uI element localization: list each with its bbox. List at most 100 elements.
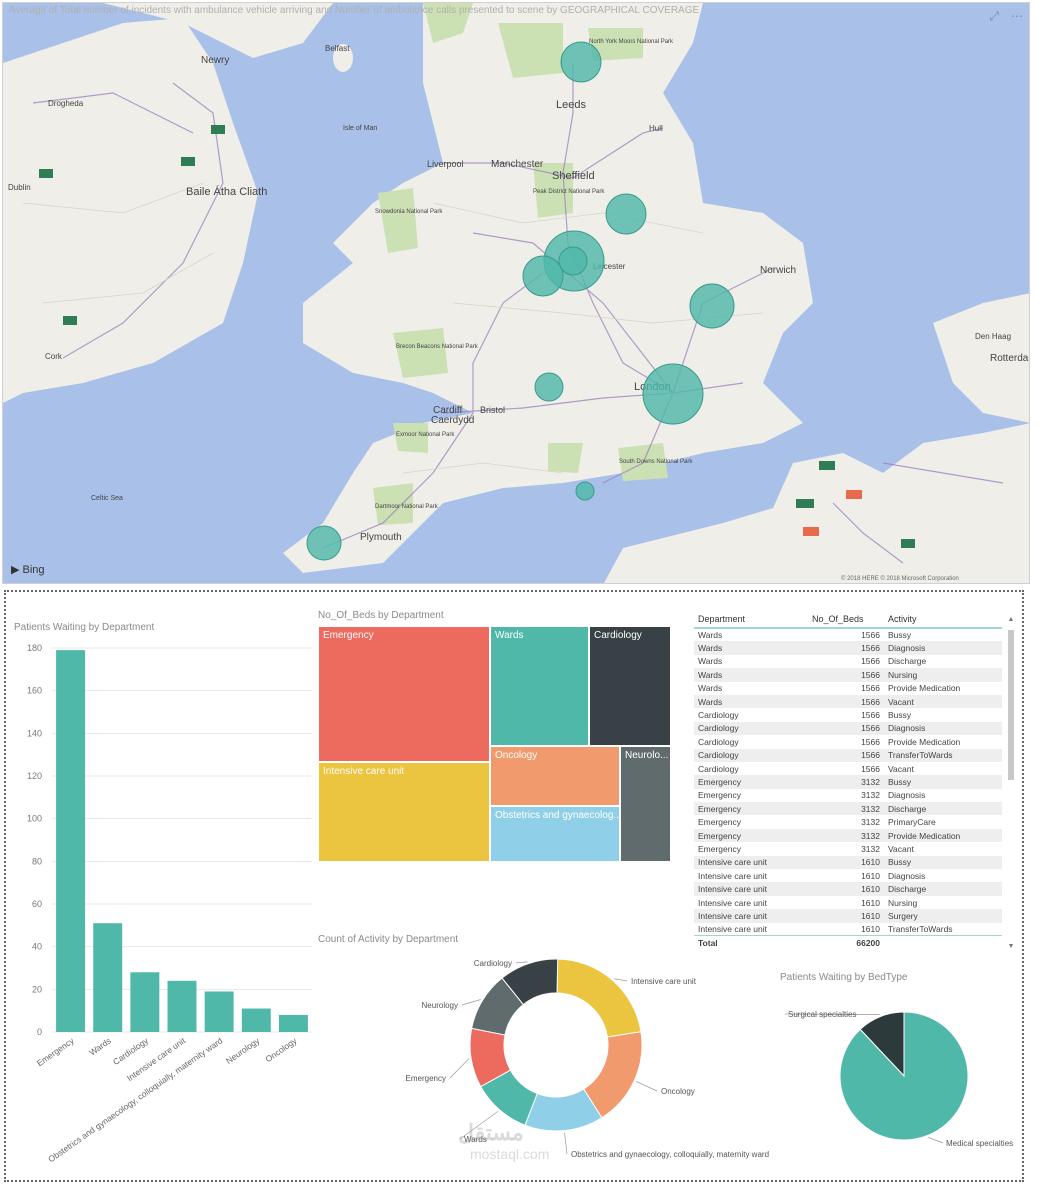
table-row[interactable]: Wards 1566 Vacant <box>694 694 1002 709</box>
treemap-beds[interactable]: No_Of_Beds by Department Emergency Wards… <box>316 610 676 870</box>
table-cell-department: Intensive care unit <box>694 855 808 870</box>
table-row[interactable]: Cardiology 1566 Vacant <box>694 762 1002 775</box>
table-cell-beds: 1566 <box>861 710 880 721</box>
scroll-thumb[interactable] <box>1008 630 1014 780</box>
table-cell-beds: 3132 <box>861 817 880 828</box>
table-cell-activity: Diagnosis <box>884 721 1002 736</box>
bar-4[interactable] <box>204 991 234 1032</box>
bar-ytick-label: 140 <box>27 728 42 738</box>
bar-chart-title: Patients Waiting by Department <box>14 622 155 633</box>
table-row[interactable]: Wards 1566 Bussy <box>694 628 1002 641</box>
donut-leader-line <box>635 1081 658 1092</box>
table-row[interactable]: Wards 1566 Provide Medication <box>694 682 1002 695</box>
treemap-cell-neurology[interactable]: Neurolo... <box>620 746 671 862</box>
table-row[interactable]: Intensive care unit 1610 Surgery <box>694 909 1002 923</box>
department-table[interactable]: Department No_Of_Beds Activity Wards 1566… <box>694 610 1016 960</box>
table-cell-beds: 1610 <box>861 870 880 881</box>
table-row[interactable]: Emergency 3132 Bussy <box>694 775 1002 789</box>
bar-category-label: Neurology <box>224 1035 262 1066</box>
map-visual[interactable]: Average of Total number of incidents wit… <box>2 2 1030 584</box>
more-options-icon[interactable]: ⋯ <box>1011 9 1023 24</box>
donut-leader-line <box>564 1132 568 1155</box>
focus-mode-icon[interactable]: ⤢ <box>989 9 999 24</box>
map-bubble-cambridge <box>689 283 735 329</box>
table-total-value: 66200 <box>808 935 884 950</box>
table-scrollbar[interactable]: ▲ ▼ <box>1006 616 1016 950</box>
table-cell-beds: 1566 <box>808 748 884 762</box>
bar-category-label: Emergency <box>35 1035 77 1068</box>
dashboard-panel: Patients Waiting by Department 0 20 40 60 80… <box>4 590 1024 1182</box>
donut-chart-activity[interactable]: Count of Activity by Department Intensiv… <box>316 934 796 1180</box>
table-cell-activity: Diagnosis <box>884 641 1002 655</box>
bar-ytick-label: 180 <box>27 643 42 653</box>
donut-chart-svg[interactable]: Intensive care unit Oncology Obstetrics an… <box>316 934 796 1180</box>
table-row[interactable]: Emergency 3132 PrimaryCare <box>694 815 1002 828</box>
treemap-cell-intensive-care[interactable]: Intensive care unit <box>318 762 490 862</box>
scroll-up-icon[interactable]: ▲ <box>1006 616 1016 623</box>
donut-leader-line <box>613 978 628 982</box>
table-row[interactable]: Cardiology 1566 Bussy <box>694 708 1002 721</box>
table-row[interactable]: Wards 1566 Diagnosis <box>694 641 1002 655</box>
map-place-caerdydd: Caerdydd <box>431 415 474 426</box>
map-place-drogheda: Drogheda <box>48 99 84 108</box>
table-row[interactable]: Emergency 3132 Discharge <box>694 802 1002 816</box>
map-bubble-nottingham <box>605 193 647 235</box>
table-row[interactable]: Intensive care unit 1610 Discharge <box>694 882 1002 896</box>
bar-3[interactable] <box>167 980 197 1032</box>
pie-slice-0[interactable] <box>839 1011 969 1141</box>
map-place-sheffield: Sheffield <box>552 170 595 182</box>
map-canvas[interactable]: Newry Belfast Drogheda Baile Átha Cliath… <box>3 3 1030 584</box>
table-cell-beds: 1566 <box>861 736 880 747</box>
table-cell-activity: Bussy <box>888 710 912 721</box>
bar-1[interactable] <box>93 923 123 1032</box>
bar-6[interactable] <box>278 1014 308 1032</box>
table-cell-activity: Provide Medication <box>888 736 961 747</box>
treemap-cell-oncology[interactable]: Oncology <box>490 746 620 806</box>
treemap-cell-emergency[interactable]: Emergency <box>318 626 490 762</box>
pie-chart-svg[interactable]: Surgical specialties Medical specialties <box>776 972 1026 1177</box>
map-attribution: © 2018 HERE © 2018 Microsoft Corporation <box>841 575 959 582</box>
table-row[interactable]: Wards 1566 Discharge <box>694 655 1002 668</box>
bar-5[interactable] <box>241 1008 271 1032</box>
table-row[interactable]: Wards 1566 Nursing <box>694 668 1002 682</box>
map-park-north-york: North York Moors National Park <box>589 39 674 45</box>
table-cell-department: Emergency <box>694 802 808 816</box>
table-cell-activity: Bussy <box>888 630 912 641</box>
treemap-cell-wards[interactable]: Wards <box>490 626 589 746</box>
watermark-logo: مستقل <box>458 1120 524 1145</box>
table-header-activity[interactable]: Activity <box>884 610 1002 629</box>
bar-chart-svg[interactable]: 020406080100120140160180Emergency WardsCa… <box>12 622 312 1177</box>
table-row[interactable]: Emergency 3132 Diagnosis <box>694 789 1002 802</box>
map-place-celtic-sea: Celtic Sea <box>91 495 123 502</box>
pie-chart-title: Patients Waiting by BedType <box>780 972 908 983</box>
table-cell-activity: Nursing <box>884 668 1002 682</box>
table-header-department[interactable]: Department <box>694 610 808 629</box>
table-row[interactable]: Cardiology 1566 TransferToWards <box>694 748 1002 762</box>
table-cell-activity: Provide Medication <box>888 683 961 694</box>
table-cell-beds: 1566 <box>861 630 880 641</box>
treemap-label-obstetrics: Obstetrics and gynaecolog... <box>495 810 620 821</box>
table-header-beds[interactable]: No_Of_Beds <box>808 610 884 629</box>
treemap-cell-obstetrics[interactable]: Obstetrics and gynaecolog... <box>490 806 620 862</box>
scroll-down-icon[interactable]: ▼ <box>1006 943 1016 950</box>
donut-label: Cardiology <box>474 959 512 968</box>
treemap-cell-cardiology[interactable]: Cardiology <box>589 626 671 746</box>
donut-label: Intensive care unit <box>631 977 697 986</box>
bar-2[interactable] <box>130 972 160 1032</box>
pie-chart-bedtype[interactable]: Patients Waiting by BedType Surgical spe… <box>776 972 1026 1177</box>
table-row[interactable]: Intensive care unit 1610 Bussy <box>694 855 1002 870</box>
donut-slice-0[interactable] <box>556 958 642 1038</box>
table-row[interactable]: Intensive care unit 1610 Nursing <box>694 896 1002 909</box>
table-cell-beds: 1610 <box>808 855 884 870</box>
table-row[interactable]: Emergency 3132 Provide Medication <box>694 828 1002 843</box>
map-place-newry: Newry <box>201 55 229 66</box>
table-row[interactable]: Intensive care unit 1610 Diagnosis <box>694 869 1002 882</box>
table-row[interactable]: Cardiology 1566 Provide Medication <box>694 735 1002 748</box>
bar-chart-patients-waiting[interactable]: Patients Waiting by Department 0 20 40 60 80… <box>12 622 312 1177</box>
table-row[interactable]: Emergency 3132 Vacant <box>694 842 1002 855</box>
table-cell-activity: Nursing <box>888 897 918 908</box>
table-cell-department: Cardiology <box>698 763 739 774</box>
table-row[interactable]: Cardiology 1566 Diagnosis <box>694 721 1002 736</box>
map-title: Average of Total number of incidents wit… <box>9 5 700 16</box>
bar-0[interactable] <box>56 650 86 1032</box>
